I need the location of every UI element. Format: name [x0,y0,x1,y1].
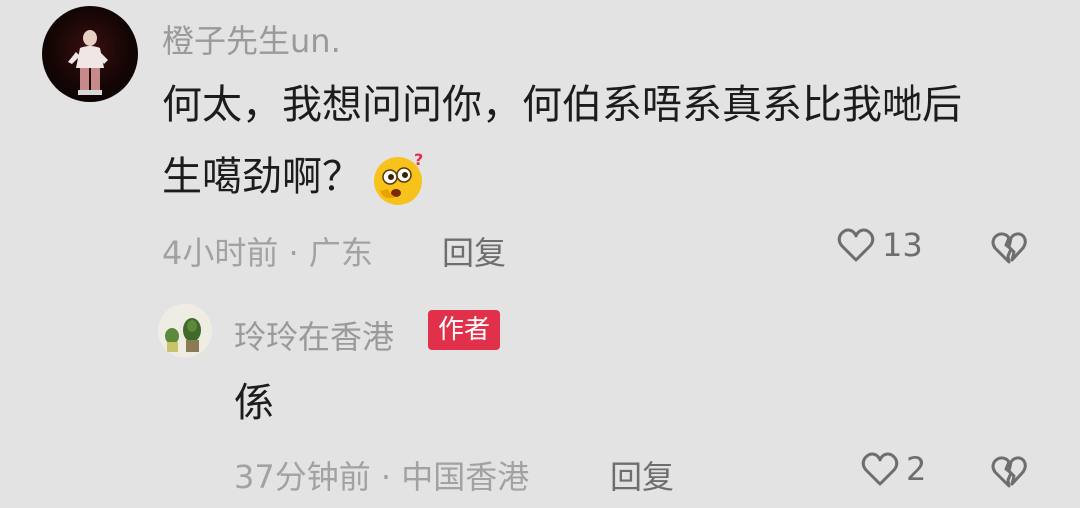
broken-heart-icon[interactable] [990,230,1028,266]
reply-like-count: 2 [906,450,927,488]
commenter-username[interactable]: 橙子先生un. [162,16,341,62]
author-badge: 作者 [428,310,501,350]
heart-icon [861,452,899,486]
comment-like-button[interactable]: 13 [836,226,923,264]
thinking-face-emoji-icon: ? [374,150,423,205]
broken-heart-icon[interactable] [990,454,1028,490]
comment-text-line-1: 何太，我想问问你，何伯系唔系真系比我哋后 [162,82,962,128]
replier-avatar[interactable] [158,304,212,358]
comment-text-line-2-label: 生噶劲啊？ [162,154,362,200]
comment-meta: 4小时前 · 广东 [162,234,373,272]
svg-text:?: ? [414,150,423,169]
comment-like-count: 13 [882,226,923,264]
reply-reply-button[interactable]: 回复 [610,452,674,498]
reply-like-button[interactable]: 2 [860,450,926,488]
comment-thread: 橙子先生un. 何太，我想问问你，何伯系唔系真系比我哋后 生噶劲啊？ ? 4小时… [0,0,1080,508]
comment-text-line-2: 生噶劲啊？ ? [162,142,430,212]
reply-meta: 37分钟前 · 中国香港 [234,458,530,496]
comment-reply-button[interactable]: 回复 [442,228,506,274]
commenter-avatar[interactable] [42,6,138,102]
replier-username[interactable]: 玲玲在香港 [234,312,394,358]
reply-text: 係 [234,380,274,426]
heart-icon [837,228,875,262]
